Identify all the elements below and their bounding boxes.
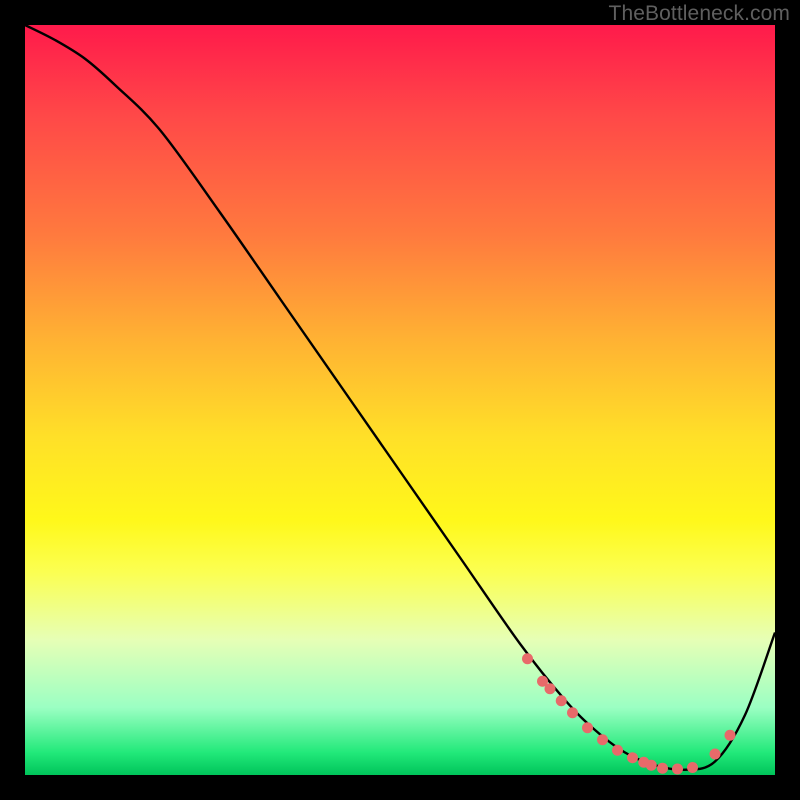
plot-area bbox=[25, 25, 775, 775]
marker-dot bbox=[687, 762, 698, 773]
highlight-markers bbox=[522, 653, 736, 774]
curve-path-group bbox=[25, 25, 775, 770]
marker-dot bbox=[710, 749, 721, 760]
marker-dot bbox=[545, 683, 556, 694]
marker-dot bbox=[522, 653, 533, 664]
marker-dot bbox=[627, 752, 638, 763]
marker-dot bbox=[556, 695, 567, 706]
marker-dot bbox=[725, 730, 736, 741]
chart-stage: TheBottleneck.com bbox=[0, 0, 800, 800]
marker-dot bbox=[657, 763, 668, 774]
marker-dot bbox=[597, 734, 608, 745]
marker-dot bbox=[612, 745, 623, 756]
marker-dot bbox=[646, 760, 657, 771]
marker-dot bbox=[582, 722, 593, 733]
marker-dot bbox=[567, 707, 578, 718]
main-curve bbox=[25, 25, 775, 770]
marker-dot bbox=[672, 764, 683, 775]
attribution-label: TheBottleneck.com bbox=[609, 2, 790, 26]
line-chart-svg bbox=[25, 25, 775, 775]
